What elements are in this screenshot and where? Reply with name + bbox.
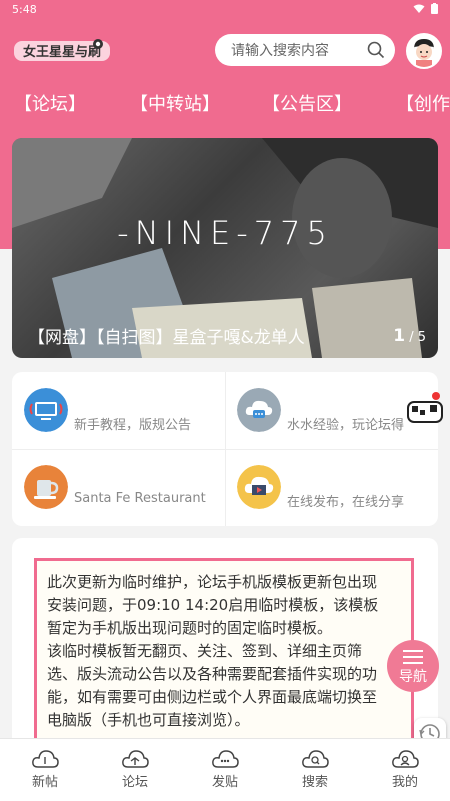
- quick-link-tutorial[interactable]: 新手教程，版规公告: [12, 372, 225, 449]
- cloud-user-icon: [392, 750, 419, 768]
- announcement-line: 此次更新为临时维护，论坛手机版模板更新包出现: [47, 573, 378, 591]
- bottom-nav-mine[interactable]: 我的: [360, 739, 450, 801]
- quick-link-label: 在线发布，在线分享: [287, 495, 405, 510]
- tab-announcement[interactable]: 【公告区】: [262, 90, 352, 116]
- bottom-nav-label: 发贴: [211, 775, 238, 790]
- video-cloud-icon: [237, 465, 281, 509]
- bottom-nav-new[interactable]: 新帖: [0, 739, 90, 801]
- bottom-nav-label: 搜索: [301, 775, 328, 790]
- bottom-nav-label: 我的: [391, 775, 418, 790]
- banner-pager: 1 / 5: [393, 326, 426, 346]
- fab-label: 导航: [399, 669, 427, 685]
- quick-link-label: 水水经验，玩论坛得: [287, 418, 405, 433]
- quick-link-publish[interactable]: 在线发布，在线分享: [225, 449, 438, 526]
- announcement-line: 能，如有需要可由侧边栏或个人界面最底端切换至: [47, 688, 378, 706]
- pager-total: / 5: [409, 330, 426, 345]
- bottom-nav-label: 论坛: [121, 775, 148, 790]
- chat-cloud-icon: [237, 388, 281, 432]
- announcement-panel: 此次更新为临时维护，论坛手机版模板更新包出现 安装问题，于09:10 14:20…: [12, 538, 438, 748]
- status-bar: 5:48: [0, 0, 450, 20]
- status-icons: [413, 3, 438, 14]
- category-tabs: 【论坛】 【中转站】 【公告区】 【创作: [0, 80, 450, 124]
- tab-transfer[interactable]: 【中转站】: [130, 90, 220, 116]
- site-logo[interactable]: 女王星星与刷: [12, 35, 112, 65]
- announcement-line: 安装问题，于09:10 14:20启用临时模板，该模板: [47, 596, 379, 614]
- svg-text:女王星星与刷: 女王星星与刷: [23, 44, 101, 60]
- avatar-icon: [408, 35, 440, 67]
- wifi-icon: [413, 4, 425, 13]
- bottom-nav-label: 新帖: [31, 775, 58, 790]
- announcement-box: 此次更新为临时维护，论坛手机版模板更新包出现 安装问题，于09:10 14:20…: [34, 558, 414, 748]
- cloud-icon: [32, 750, 59, 768]
- banner-caption[interactable]: 【网盘】【自扫图】星盒子嘎&龙单人: [28, 323, 305, 348]
- announcement-line: 暂定为手机版出现问题时的固定临时模板。: [47, 619, 333, 637]
- search-input[interactable]: [229, 41, 363, 59]
- app-header: 女王星星与刷: [0, 20, 450, 80]
- announcement-line: 选、版头流动公告以及各种需要配套插件实现的功: [47, 665, 378, 683]
- pager-current: 1: [393, 326, 406, 346]
- cloud-search-icon: [302, 750, 329, 768]
- cup-icon: [24, 465, 68, 509]
- bottom-nav-post[interactable]: 发贴: [180, 739, 270, 801]
- user-avatar[interactable]: [406, 33, 442, 69]
- quick-link-restaurant[interactable]: Santa Fe Restaurant: [12, 449, 225, 526]
- carousel-banner[interactable]: -NINE-775 【网盘】【自扫图】星盒子嘎&龙单人 1 / 5: [12, 138, 438, 358]
- bottom-nav: 新帖 论坛 发贴 搜索 我的: [0, 738, 450, 801]
- quick-link-label: Santa Fe Restaurant: [74, 491, 206, 506]
- navigation-fab[interactable]: 导航: [387, 640, 439, 692]
- battery-icon: [431, 3, 438, 14]
- bottom-nav-forum[interactable]: 论坛: [90, 739, 180, 801]
- cloud-icon: [122, 750, 149, 768]
- quick-links-panel: 新手教程，版规公告 水水经验，玩论坛得 Santa Fe Restaurant …: [12, 372, 438, 526]
- menu-icon: [403, 650, 423, 664]
- status-time: 5:48: [12, 3, 37, 16]
- banner-overlay-text: -NINE-775: [117, 214, 333, 252]
- cloud-upload-icon: [212, 750, 239, 768]
- tab-forum[interactable]: 【论坛】: [14, 90, 86, 116]
- mascot-icon[interactable]: [404, 390, 446, 426]
- announcement-line: 电脑版（手机也可直接浏览）。: [47, 711, 250, 729]
- monitor-icon: [24, 388, 68, 432]
- quick-link-label: 新手教程，版规公告: [74, 418, 192, 433]
- bottom-nav-search[interactable]: 搜索: [270, 739, 360, 801]
- announcement-line: 该临时模板暂无翻页、关注、签到、详细主页筛: [47, 642, 363, 660]
- tab-creation[interactable]: 【创作: [396, 90, 450, 116]
- search-box[interactable]: [215, 34, 395, 66]
- search-icon[interactable]: [367, 41, 385, 59]
